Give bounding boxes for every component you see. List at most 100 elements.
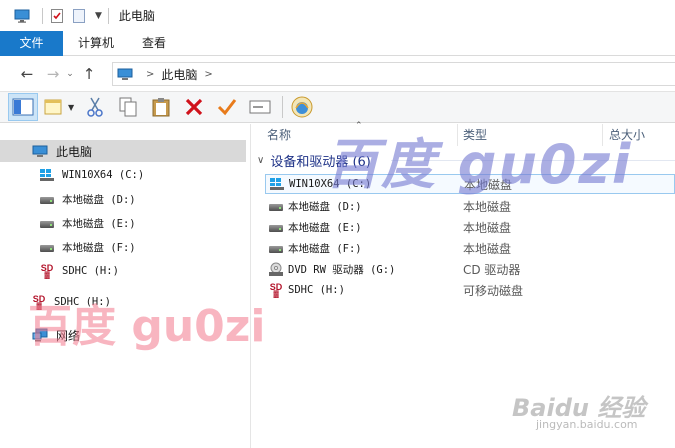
- breadcrumb-this-pc[interactable]: 此电脑: [161, 66, 197, 83]
- navigation-pane-icon: [12, 98, 34, 116]
- drive-name: 本地磁盘 (F:): [288, 242, 362, 255]
- nav-item-label: 本地磁盘 (D:): [62, 193, 136, 206]
- chevron-right-icon[interactable]: >: [146, 69, 154, 80]
- drive-name: 本地磁盘 (E:): [288, 221, 362, 234]
- tab-file[interactable]: 文件: [0, 31, 63, 56]
- nav-item-network[interactable]: 网络: [0, 324, 80, 346]
- column-header-name[interactable]: 名称: [267, 124, 291, 146]
- nav-item-label: SDHC (H:): [54, 296, 111, 308]
- content-pane: 名称 ⌃ 类型 总大小 ∨ 设备和驱动器 (6) WIN10X64 (C:) 本…: [251, 121, 675, 448]
- copy-icon: [119, 97, 137, 117]
- windows-drive-icon: [270, 178, 284, 190]
- back-button[interactable]: ←: [16, 63, 38, 85]
- address-bar-row: ← → ⌄ ↑ > 此电脑 >: [0, 57, 675, 91]
- paste-button[interactable]: [146, 93, 176, 121]
- windows-drive-icon: [40, 169, 54, 181]
- nav-item-label: 此电脑: [56, 144, 93, 159]
- rename-icon: [249, 100, 271, 114]
- group-header[interactable]: ∨ 设备和驱动器 (6): [257, 150, 371, 170]
- nav-item-sdhc[interactable]: SD ▓ SDHC (H:): [0, 260, 119, 282]
- hard-drive-icon: [269, 202, 283, 211]
- hard-drive-icon: [269, 223, 283, 232]
- clipboard-icon: [152, 98, 170, 117]
- checkmark-icon: [218, 99, 237, 116]
- file-explorer-window: ▼ 此电脑 文件 计算机 查看 ← → ⌄ ↑ > 此电脑 > ▼ 此电脑 WI…: [0, 0, 675, 448]
- shell-extension-button[interactable]: [287, 93, 317, 121]
- network-icon: [32, 328, 48, 342]
- nav-item-label: WIN10X64 (C:): [62, 169, 145, 181]
- toolbar: ▼: [0, 91, 675, 123]
- recent-locations-button[interactable]: ⌄: [64, 63, 76, 85]
- computer-icon: [117, 68, 133, 80]
- quick-access-dropdown-icon[interactable]: ▼: [95, 11, 102, 21]
- sd-card-icon: SD ▓: [40, 262, 54, 279]
- navigation-pane-button[interactable]: [8, 93, 38, 121]
- dropdown-arrow-icon[interactable]: ▼: [68, 103, 74, 112]
- forward-button[interactable]: →: [42, 63, 64, 85]
- column-header-type[interactable]: 类型: [463, 124, 487, 146]
- column-divider[interactable]: [457, 124, 458, 146]
- drive-type: 本地磁盘: [463, 241, 512, 256]
- cut-button[interactable]: [80, 93, 110, 121]
- computer-icon[interactable]: [14, 8, 30, 24]
- window-title: 此电脑: [118, 9, 155, 23]
- chevron-down-icon: ⌄: [66, 69, 74, 79]
- chevron-down-icon[interactable]: ∨: [257, 155, 264, 166]
- new-window-button[interactable]: [41, 93, 65, 121]
- sort-ascending-icon: ⌃: [355, 121, 363, 131]
- hard-drive-icon: [40, 243, 54, 252]
- properties-button[interactable]: [212, 93, 242, 121]
- tab-view[interactable]: 查看: [128, 31, 180, 56]
- nav-item-drive-c[interactable]: WIN10X64 (C:): [0, 164, 144, 186]
- delete-x-icon: [186, 98, 203, 116]
- drive-name: DVD RW 驱动器 (G:): [288, 263, 396, 276]
- column-header-size[interactable]: 总大小: [609, 124, 645, 146]
- sd-card-icon: SD ▓: [32, 293, 46, 310]
- group-divider: [391, 160, 675, 161]
- drive-name: 本地磁盘 (D:): [288, 200, 362, 213]
- chevron-right-icon[interactable]: >: [204, 69, 212, 80]
- drive-row[interactable]: 本地磁盘 (F:) 本地磁盘: [265, 238, 675, 258]
- tab-computer[interactable]: 计算机: [63, 31, 128, 56]
- hard-drive-icon: [269, 244, 283, 253]
- drive-row[interactable]: WIN10X64 (C:) 本地磁盘: [265, 174, 675, 194]
- drive-row[interactable]: SD ▓ SDHC (H:) 可移动磁盘: [265, 280, 675, 300]
- new-folder-icon[interactable]: [71, 8, 87, 24]
- ribbon-tabs: 文件 计算机 查看: [0, 31, 675, 56]
- nav-item-label: 本地磁盘 (F:): [62, 241, 136, 254]
- window-icon: [44, 99, 62, 115]
- column-divider[interactable]: [602, 124, 603, 146]
- rename-button[interactable]: [245, 93, 275, 121]
- properties-icon[interactable]: [49, 8, 65, 24]
- drive-type: 可移动磁盘: [463, 283, 524, 298]
- hard-drive-icon: [40, 195, 54, 204]
- copy-button[interactable]: [113, 93, 143, 121]
- scissors-icon: [87, 97, 103, 117]
- nav-item-drive-d[interactable]: 本地磁盘 (D:): [0, 188, 136, 210]
- sd-card-icon: SD ▓: [269, 281, 283, 298]
- nav-item-label: 本地磁盘 (E:): [62, 217, 136, 230]
- nav-item-sdhc-removable[interactable]: SD ▓ SDHC (H:): [0, 291, 111, 313]
- drive-type: 本地磁盘: [464, 177, 513, 192]
- drive-type: CD 驱动器: [463, 262, 521, 277]
- address-box[interactable]: > 此电脑 >: [112, 62, 675, 86]
- nav-item-drive-e[interactable]: 本地磁盘 (E:): [0, 212, 136, 234]
- dvd-drive-icon: [269, 262, 283, 276]
- nav-item-drive-f[interactable]: 本地磁盘 (F:): [0, 236, 136, 258]
- drive-type: 本地磁盘: [463, 199, 512, 214]
- nav-item-this-pc[interactable]: 此电脑: [0, 140, 246, 162]
- nav-item-label: SDHC (H:): [62, 265, 119, 277]
- drive-row[interactable]: 本地磁盘 (D:) 本地磁盘: [265, 196, 675, 216]
- drive-type: 本地磁盘: [463, 220, 512, 235]
- delete-button[interactable]: [179, 93, 209, 121]
- drive-name: WIN10X64 (C:): [289, 178, 372, 190]
- hard-drive-icon: [40, 219, 54, 228]
- drive-row[interactable]: 本地磁盘 (E:) 本地磁盘: [265, 217, 675, 237]
- navigation-pane: 此电脑 WIN10X64 (C:) 本地磁盘 (D:) 本地磁盘 (E:) 本地…: [0, 124, 246, 448]
- forward-arrow-icon: →: [46, 65, 60, 83]
- up-button[interactable]: ↑: [78, 63, 100, 85]
- back-arrow-icon: ←: [20, 65, 34, 83]
- computer-icon: [32, 145, 48, 157]
- drive-row[interactable]: DVD RW 驱动器 (G:) CD 驱动器: [265, 259, 675, 279]
- nav-item-label: 网络: [56, 328, 81, 343]
